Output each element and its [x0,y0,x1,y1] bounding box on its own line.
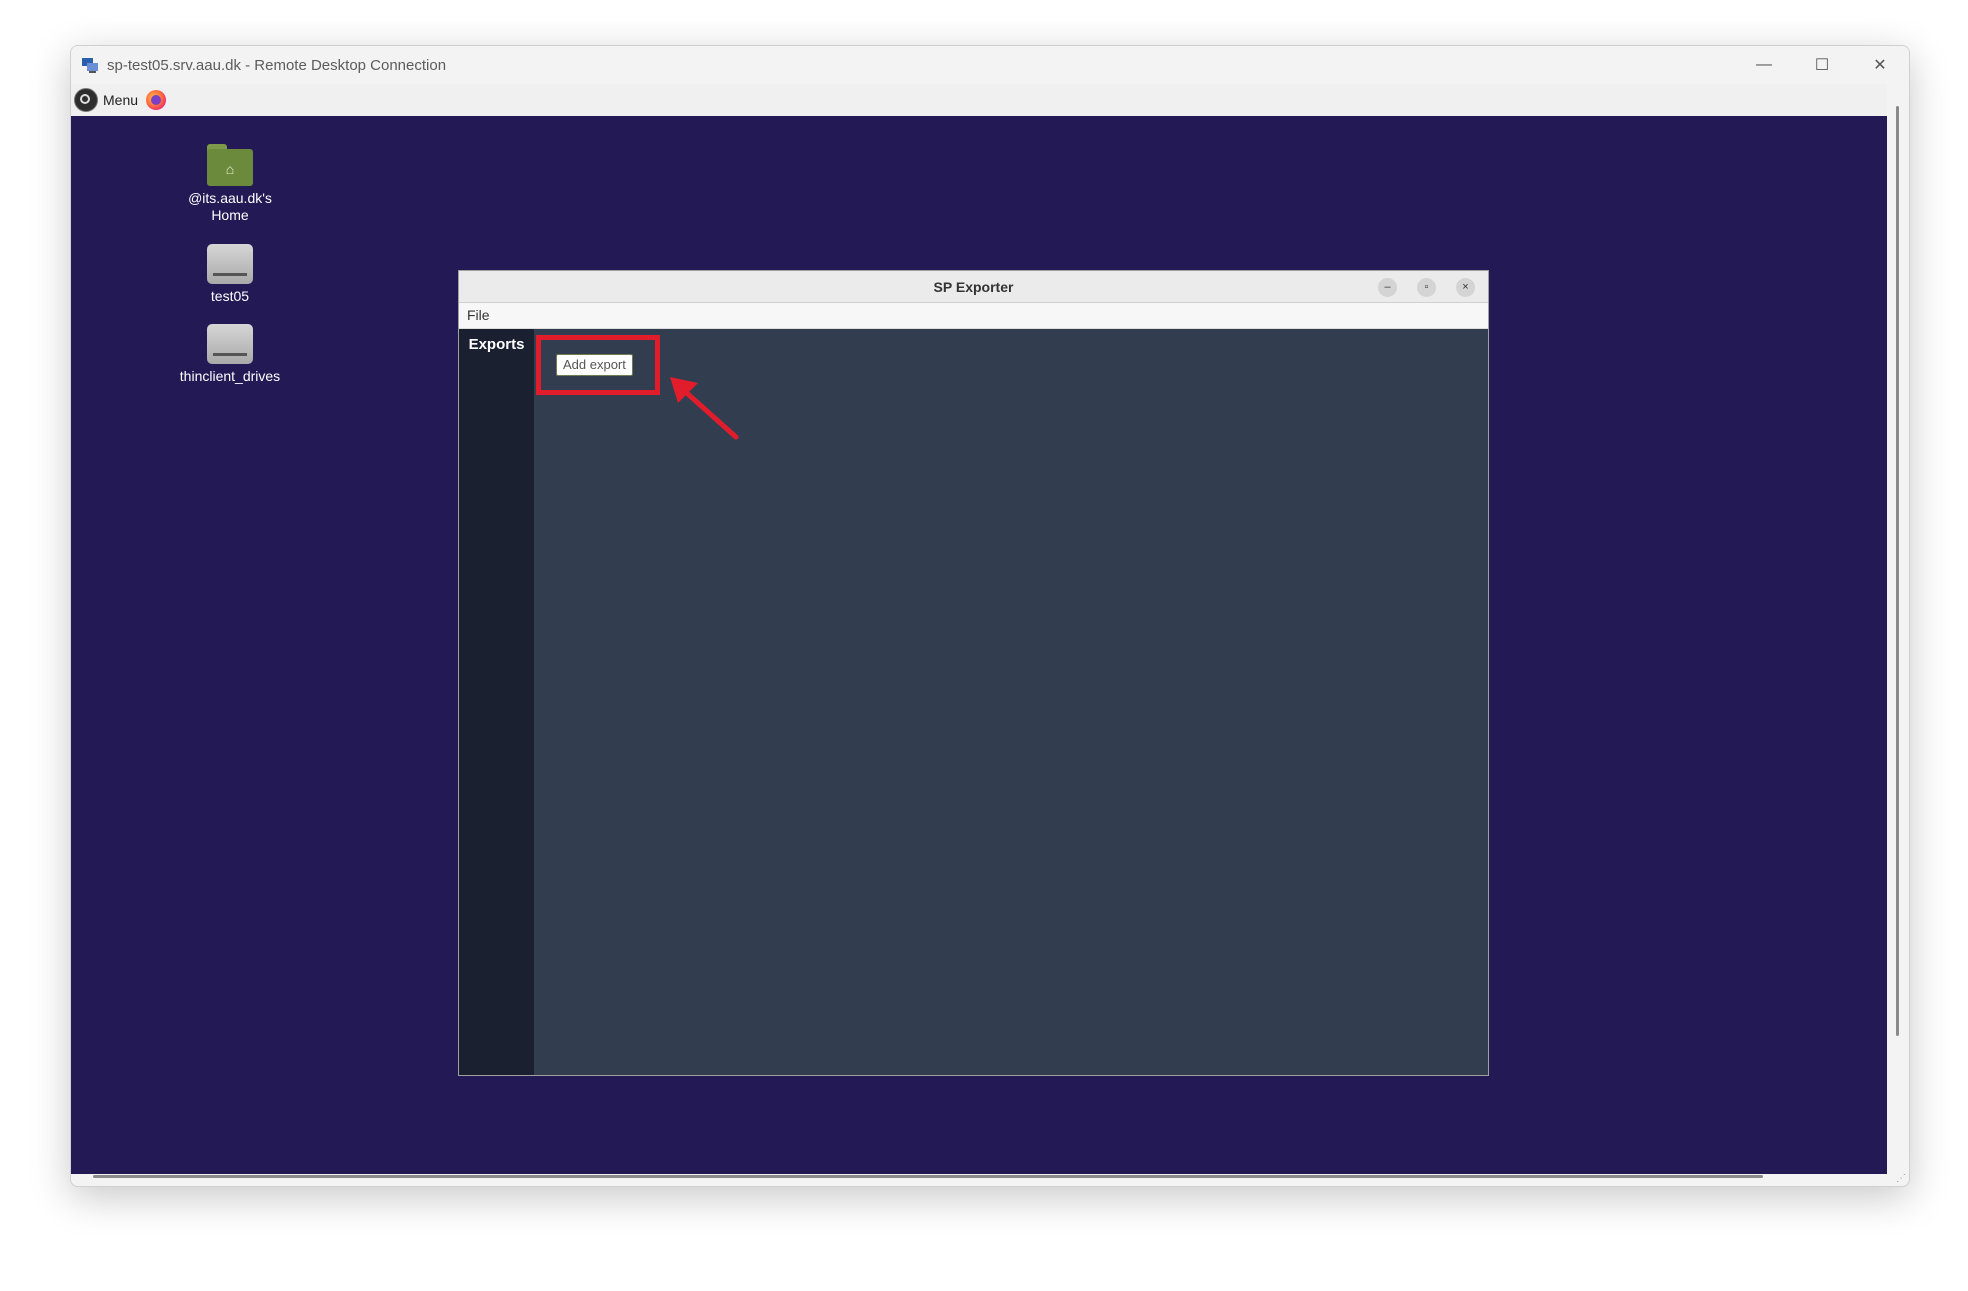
rdp-window: sp-test05.srv.aau.dk - Remote Desktop Co… [70,45,1910,1187]
annotation-arrow-icon [670,377,739,440]
remote-desktop: Menu ⌂ @its.aau.dk's Home test05 thincli… [71,84,1887,1174]
app-content: Add export [534,329,1488,1075]
menu-icon[interactable] [74,88,98,112]
rdp-titlebar[interactable]: sp-test05.srv.aau.dk - Remote Desktop Co… [71,46,1909,84]
rdp-minimize-button[interactable]: — [1735,46,1793,84]
panel-menu-button[interactable]: Menu [103,92,138,108]
app-maximize-button[interactable]: ▫ [1417,278,1436,297]
drive-icon [207,244,253,284]
app-sidebar: Exports [459,329,534,1075]
desktop-icon-label: test05 [210,288,250,304]
desktop-panel: Menu [71,84,1887,116]
annotation-highlight-box [536,335,660,395]
rdp-close-button[interactable]: ✕ [1851,46,1909,84]
app-minimize-button[interactable]: – [1378,278,1397,297]
desktop-icon-thinclient-drives[interactable]: thinclient_drives [165,324,295,385]
menu-file[interactable]: File [467,307,490,323]
home-folder-icon: ⌂ [207,144,253,186]
desktop-icon-home[interactable]: ⌂ @its.aau.dk's Home [165,144,295,224]
horizontal-scrollbar[interactable] [93,1175,1763,1178]
desktop-icon-label: thinclient_drives [179,368,281,384]
desktop-icon-label: Home [211,207,249,223]
rdp-window-controls: — ☐ ✕ [1735,46,1909,84]
remote-desktop-app-icon [81,56,99,74]
drive-icon [207,324,253,364]
vertical-scrollbar[interactable] [1896,106,1899,1036]
sidebar-tab-exports[interactable]: Exports [459,329,534,361]
sp-exporter-window: SP Exporter – ▫ × File Exports Add expor… [458,270,1489,1076]
firefox-icon[interactable] [146,90,167,110]
desktop-icon-test05[interactable]: test05 [165,244,295,305]
app-close-button[interactable]: × [1456,278,1475,297]
rdp-maximize-button[interactable]: ☐ [1793,46,1851,84]
app-titlebar[interactable]: SP Exporter – ▫ × [459,271,1488,303]
resize-grip-icon[interactable]: ⋰ [1896,1173,1906,1184]
desktop-icon-label: @its.aau.dk's [188,190,272,206]
app-menubar: File [459,303,1488,329]
app-window-title: SP Exporter [933,279,1014,295]
rdp-window-title: sp-test05.srv.aau.dk - Remote Desktop Co… [107,56,447,74]
